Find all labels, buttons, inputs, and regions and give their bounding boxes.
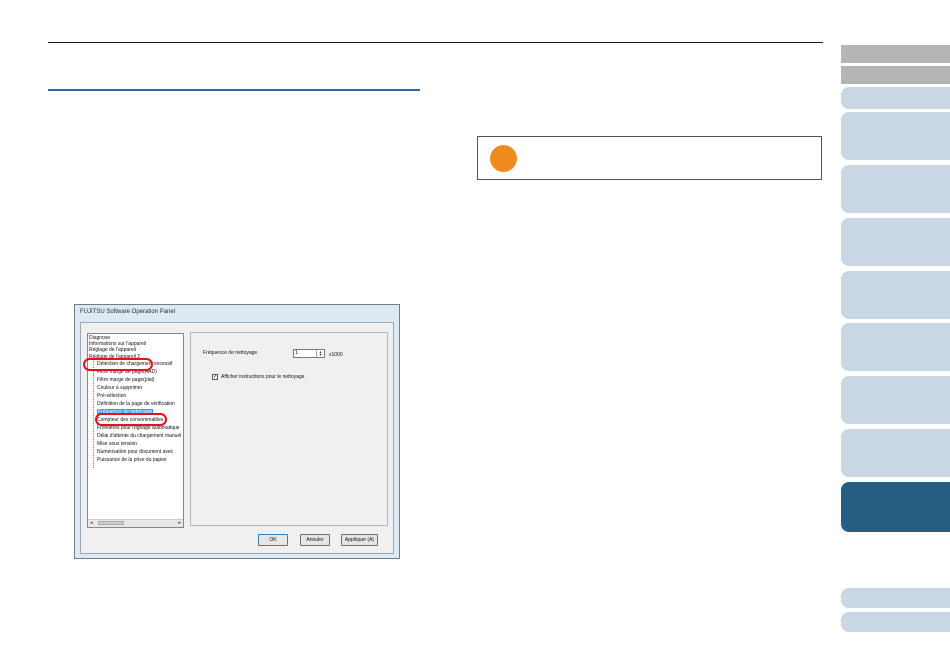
show-instructions-label: Afficher instructions pour le nettoyage bbox=[221, 374, 305, 380]
ok-button[interactable]: OK bbox=[258, 534, 288, 546]
highlight-ring-cleaning-frequency bbox=[95, 413, 167, 426]
nav-tab-active[interactable] bbox=[841, 482, 950, 532]
tree-subitem[interactable]: Numérisation pour document avec bbox=[97, 449, 173, 455]
cancel-button[interactable]: Annuler bbox=[300, 534, 330, 546]
scroll-thumb[interactable] bbox=[98, 521, 124, 525]
tree-subitem[interactable]: Pré-sélection bbox=[97, 393, 126, 399]
nav-tab-4[interactable] bbox=[841, 112, 950, 160]
hint-icon bbox=[490, 145, 517, 172]
frequency-value[interactable]: 1 bbox=[295, 350, 298, 356]
scroll-right-arrow-icon[interactable]: ▸ bbox=[178, 520, 181, 526]
frequency-unit: x1000 bbox=[329, 352, 343, 358]
tree-subitem[interactable]: Puissance de la prise du papier bbox=[97, 457, 167, 463]
nav-tab-6[interactable] bbox=[841, 218, 950, 266]
nav-tab-1[interactable] bbox=[841, 45, 950, 63]
nav-tab-9[interactable] bbox=[841, 376, 950, 424]
tree-subitem[interactable]: Définition de la page de vérification bbox=[97, 401, 175, 407]
tree-connector-line bbox=[93, 361, 94, 468]
nav-tab-2[interactable] bbox=[841, 66, 950, 84]
dialog-body: Diagnose Informations sur l'appareil Rég… bbox=[80, 322, 394, 554]
nav-tab-bottom-2[interactable] bbox=[841, 612, 950, 632]
nav-tab-7[interactable] bbox=[841, 271, 950, 319]
section-rule bbox=[48, 89, 420, 91]
dialog-title: FUJITSU Software Operation Panel bbox=[80, 309, 176, 315]
scroll-left-arrow-icon[interactable]: ◂ bbox=[90, 520, 93, 526]
tree-subitem[interactable]: Couleur à supprimer bbox=[97, 385, 142, 391]
nav-tab-5[interactable] bbox=[841, 165, 950, 213]
highlight-ring-device-settings-2 bbox=[83, 358, 153, 371]
apply-button[interactable]: Appliquer (A) bbox=[341, 534, 378, 546]
nav-tab-8[interactable] bbox=[841, 323, 950, 371]
tree-subitem[interactable]: Délai d'attente du chargement manuel bbox=[97, 433, 181, 439]
top-rule bbox=[48, 42, 823, 43]
show-instructions-checkbox[interactable]: ✓ bbox=[212, 374, 218, 380]
frequency-label: Fréquence de nettoyage bbox=[203, 350, 258, 356]
frequency-spinbox[interactable]: 1 ▴ ▾ bbox=[293, 349, 325, 358]
nav-tab-bottom-1[interactable] bbox=[841, 588, 950, 608]
nav-tab-3[interactable] bbox=[841, 87, 950, 109]
spin-arrows-icon[interactable]: ▴ ▾ bbox=[316, 350, 324, 357]
settings-dialog: FUJITSU Software Operation Panel Diagnos… bbox=[74, 304, 400, 559]
tree-item-device-settings[interactable]: Réglage de l'appareil bbox=[89, 347, 136, 353]
settings-panel: Fréquence de nettoyage 1 ▴ ▾ x1000 ✓ Affi… bbox=[190, 332, 388, 526]
tree-horizontal-scrollbar[interactable]: ◂ ▸ bbox=[88, 519, 183, 527]
tree-subitem[interactable]: Filtre marge de page(plat) bbox=[97, 377, 155, 383]
tree-subitem[interactable]: Mise sous tension bbox=[97, 441, 137, 447]
nav-tab-10[interactable] bbox=[841, 429, 950, 477]
hint-box bbox=[477, 136, 822, 180]
